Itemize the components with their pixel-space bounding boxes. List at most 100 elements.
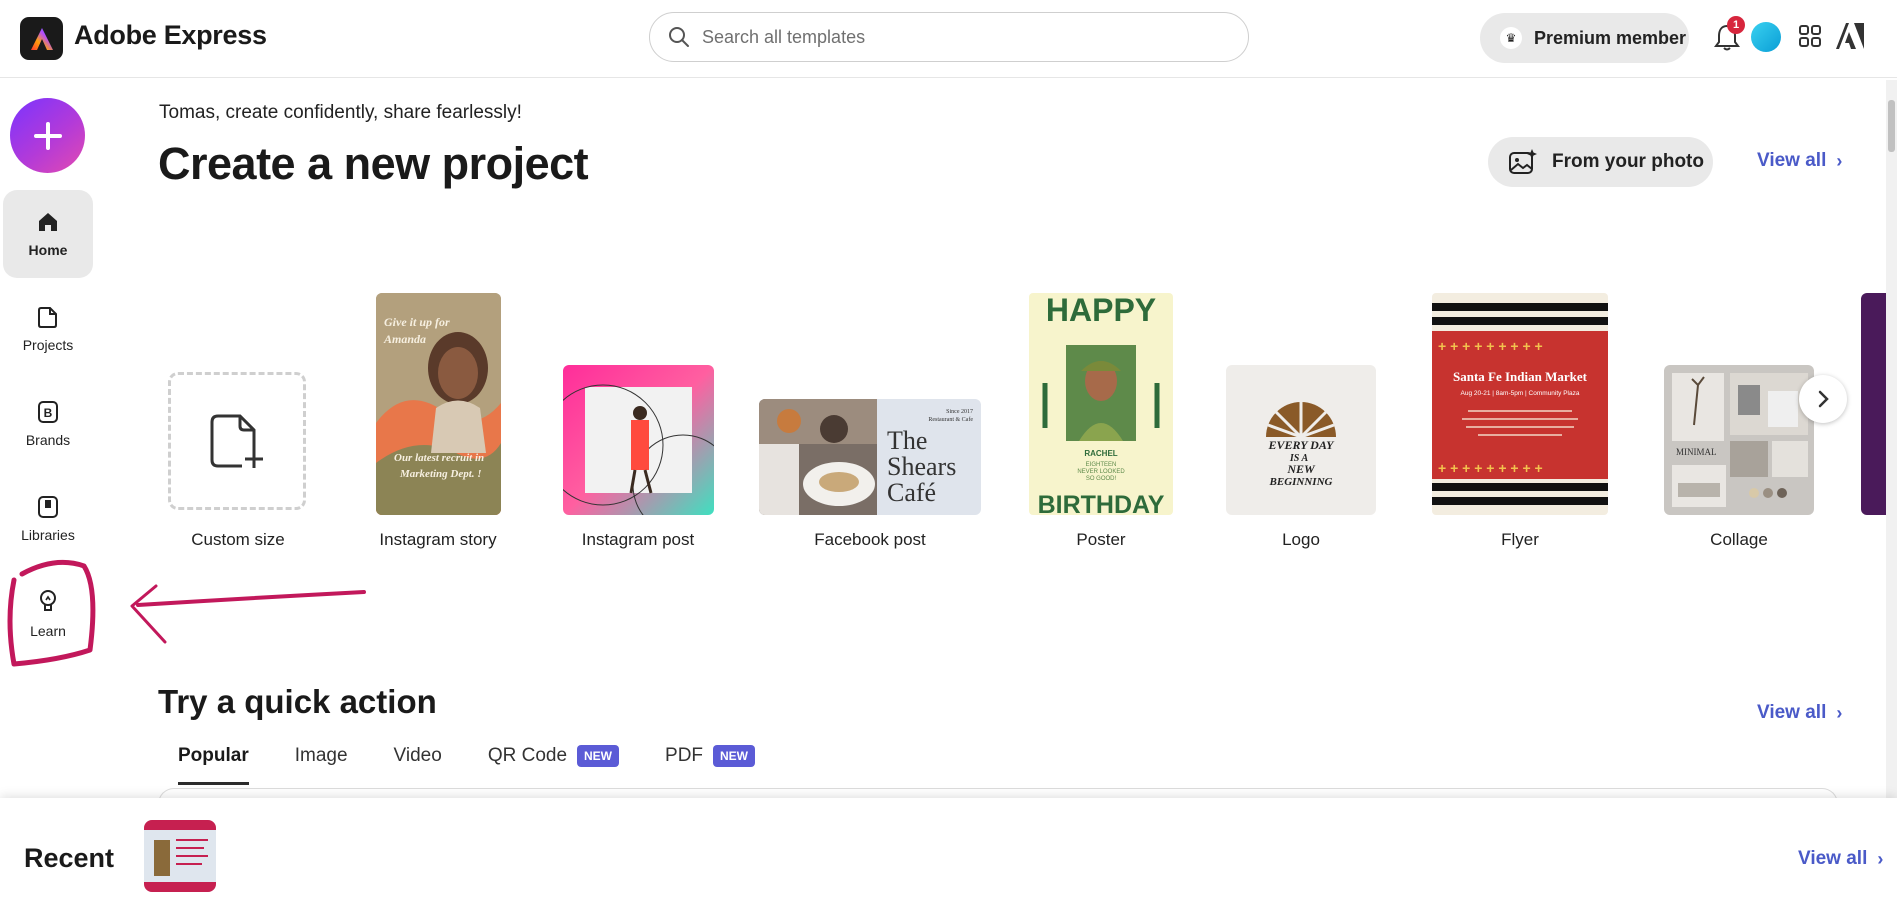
premium-member-button[interactable]: ♛ Premium member <box>1480 13 1689 63</box>
template-partial[interactable] <box>1861 293 1889 515</box>
view-all-label: View all <box>1757 150 1827 171</box>
new-file-icon <box>210 414 263 468</box>
chevron-right-icon: › <box>1836 150 1843 171</box>
plus-icon <box>33 121 62 150</box>
tab-label: Image <box>294 745 348 766</box>
tab-label: Popular <box>178 745 249 766</box>
photo-sparkle-icon <box>1509 149 1537 174</box>
libraries-icon <box>38 496 58 518</box>
tab-label: PDF <box>665 745 704 766</box>
tab-popular[interactable]: Popular <box>178 745 249 785</box>
from-photo-label: From your photo <box>1552 151 1704 172</box>
poster-text-top: HAPPY <box>1046 293 1156 328</box>
view-all-templates-link[interactable]: View all › <box>1757 150 1842 172</box>
search-input[interactable] <box>702 26 1222 48</box>
tab-qr-code[interactable]: QR Code NEW <box>487 745 620 771</box>
view-all-label: View all <box>1757 702 1827 723</box>
notification-badge: 1 <box>1727 16 1745 34</box>
scrollbar-track[interactable] <box>1886 80 1897 798</box>
scrollbar-thumb[interactable] <box>1888 100 1895 152</box>
template-label: Facebook post <box>814 530 926 549</box>
template-label: Instagram story <box>379 530 497 549</box>
flyer-sub: Aug 20-21 | 8am-5pm | Community Plaza <box>1461 390 1580 397</box>
create-new-button[interactable] <box>10 98 85 173</box>
template-facebook-post[interactable]: Since 2017 Restaurant & Cafe The Shears Ca… <box>759 399 981 515</box>
poster-text-bottom: BIRTHDAY <box>1038 491 1165 515</box>
tab-pdf[interactable]: PDF NEW <box>665 745 756 771</box>
sidebar-item-label: Projects <box>22 337 74 353</box>
search-icon <box>669 27 689 47</box>
template-label: Flyer <box>1501 530 1539 549</box>
apps-grid-icon[interactable] <box>1799 25 1821 47</box>
svg-text:+ + + + + + + + +: + + + + + + + + + <box>1438 460 1543 476</box>
collage-text: MINIMAL <box>1676 447 1717 457</box>
tab-label: QR Code <box>487 745 568 766</box>
top-bar: Adobe Express ♛ Premium member 1 <box>0 0 1897 78</box>
greeting-text: Tomas, create confidently, share fearles… <box>159 102 522 123</box>
chevron-right-icon: › <box>1877 848 1884 869</box>
logo-thumbnail: EVERY DAY IS A NEW BEGINNING <box>1226 365 1376 515</box>
tab-video[interactable]: Video <box>394 745 442 771</box>
adobe-express-logo-icon <box>30 27 53 50</box>
fb-small-text: Restaurant & Cafe <box>928 416 973 423</box>
new-badge: NEW <box>713 745 756 767</box>
view-all-quick-actions-link[interactable]: View all › <box>1757 702 1842 724</box>
sidebar-item-brands[interactable]: B Brands <box>3 380 93 468</box>
quick-action-title: Try a quick action <box>158 683 437 720</box>
search-bar[interactable] <box>649 12 1249 62</box>
instagram-post-thumbnail <box>563 365 714 515</box>
projects-icon <box>38 307 57 328</box>
template-custom-size[interactable] <box>168 372 306 510</box>
sidebar-item-label: Brands <box>25 432 71 448</box>
premium-label: Premium member <box>1534 27 1687 48</box>
chevron-right-icon <box>1818 390 1829 408</box>
fb-small-text: Since 2017 <box>946 409 973 415</box>
recent-bar <box>0 798 1897 908</box>
template-instagram-post[interactable] <box>563 365 714 515</box>
view-all-recent-link[interactable]: View all › <box>1798 848 1883 870</box>
new-badge: NEW <box>577 745 620 767</box>
svg-text:B: B <box>44 406 53 420</box>
adobe-express-logo[interactable] <box>20 17 63 60</box>
template-logo[interactable]: EVERY DAY IS A NEW BEGINNING <box>1226 365 1376 515</box>
sidebar-item-label: Home <box>28 242 68 258</box>
poster-thumbnail: HAPPY RACHEL EIGHTEEN NEVER LOOKED SO GOOD… <box>1029 293 1173 515</box>
instagram-story-thumbnail: Give it up for Amanda Our latest recruit … <box>376 293 501 515</box>
crown-icon: ♛ <box>1500 27 1522 49</box>
annotation-arrow-shaft <box>136 590 366 607</box>
app-name[interactable]: Adobe Express <box>74 20 267 51</box>
template-instagram-story[interactable]: Give it up for Amanda Our latest recruit … <box>376 293 501 515</box>
from-your-photo-button[interactable]: From your photo <box>1488 137 1713 187</box>
collage-thumbnail: MINIMAL <box>1664 365 1814 515</box>
template-collage[interactable]: MINIMAL <box>1664 365 1814 515</box>
flyer-thumbnail: + + + + + + + + + + + + + + + + + + Sant… <box>1432 293 1608 515</box>
annotation-arrow-head <box>130 584 167 644</box>
sidebar-item-projects[interactable]: Projects <box>3 285 93 373</box>
tab-label: Video <box>393 745 442 766</box>
template-poster[interactable]: HAPPY RACHEL EIGHTEEN NEVER LOOKED SO GOOD… <box>1029 293 1173 515</box>
recent-project-image <box>144 820 216 892</box>
flyer-title: Santa Fe Indian Market <box>1453 369 1588 384</box>
poster-name: RACHEL <box>1084 449 1117 458</box>
adobe-icon[interactable] <box>1836 23 1864 49</box>
template-label: Custom size <box>191 530 285 549</box>
sidebar-item-libraries[interactable]: Libraries <box>3 475 93 563</box>
carousel-next-button[interactable] <box>1799 375 1847 423</box>
sidebar-item-label: Learn <box>30 623 66 639</box>
facebook-post-thumbnail: Since 2017 Restaurant & Cafe The Shears Ca… <box>759 399 981 515</box>
recent-project-thumbnail[interactable] <box>144 820 216 892</box>
home-icon <box>39 213 57 231</box>
sidebar-item-label: Libraries <box>21 527 75 543</box>
view-all-label: View all <box>1798 848 1868 869</box>
avatar[interactable] <box>1751 22 1781 52</box>
lightbulb-icon <box>40 590 56 611</box>
template-label: Collage <box>1710 530 1768 549</box>
chevron-right-icon: › <box>1836 702 1843 723</box>
svg-text:+ + + + + + + + +: + + + + + + + + + <box>1438 338 1543 354</box>
tab-image[interactable]: Image <box>295 745 348 771</box>
sidebar-item-home[interactable]: Home <box>3 190 93 278</box>
page-title: Create a new project <box>158 138 589 189</box>
brands-icon: B <box>38 401 58 423</box>
sidebar-item-learn[interactable]: Learn <box>3 570 93 658</box>
template-flyer[interactable]: + + + + + + + + + + + + + + + + + + Sant… <box>1432 293 1608 515</box>
